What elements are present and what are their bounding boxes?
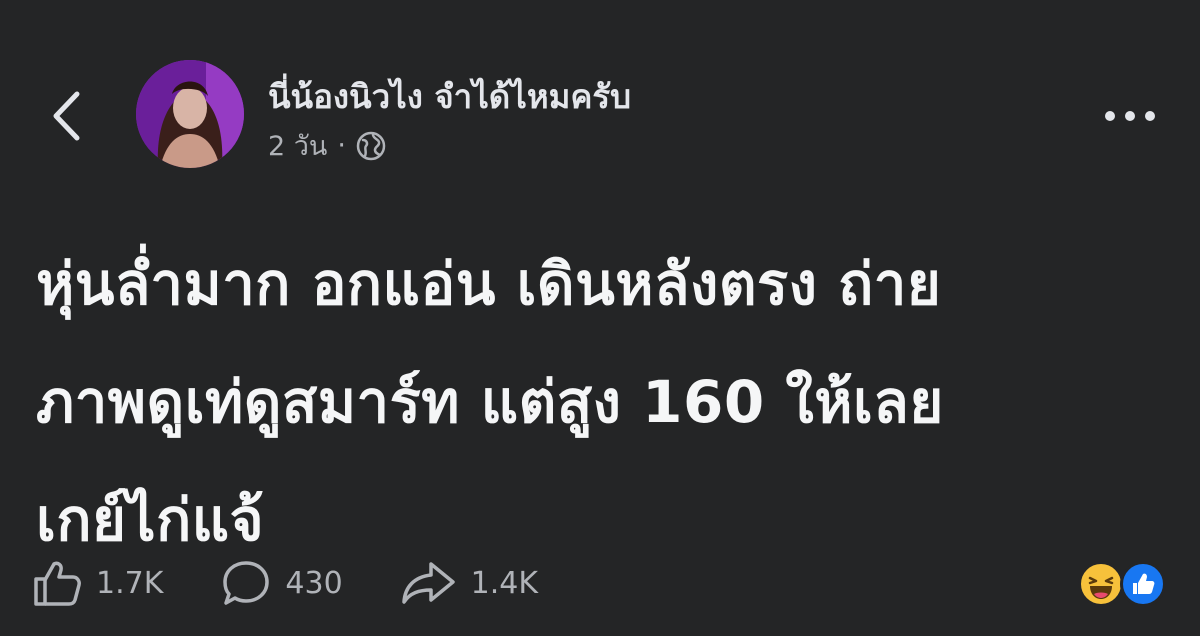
globe-icon bbox=[356, 131, 386, 160]
back-button[interactable] bbox=[44, 86, 88, 146]
share-count: 1.4K bbox=[470, 565, 539, 601]
post-body: หุ่นล่ำมาก อกแอ่น เดินหลังตรง ถ่าย ภาพดู… bbox=[36, 225, 1166, 579]
reaction-summary[interactable] bbox=[1078, 561, 1168, 607]
comment-button[interactable]: 430 bbox=[221, 558, 343, 608]
share-button[interactable]: 1.4K bbox=[401, 558, 538, 608]
comment-icon bbox=[223, 561, 270, 605]
more-options-button[interactable] bbox=[1098, 96, 1162, 136]
like-button[interactable]: 1.7K bbox=[32, 558, 163, 608]
avatar[interactable] bbox=[136, 60, 244, 168]
like-icon bbox=[34, 561, 81, 606]
like-reaction-icon bbox=[1120, 561, 1166, 607]
post-meta: 2 วัน · bbox=[268, 124, 386, 167]
chevron-left-icon bbox=[53, 91, 80, 141]
action-bar: 1.7K 430 1.4K bbox=[32, 555, 596, 611]
share-icon bbox=[401, 562, 455, 604]
avatar-image bbox=[136, 60, 244, 168]
post-text-line: ภาพดูเท่ดูสมาร์ท แต่สูง 160 ให้เลย bbox=[36, 368, 944, 436]
post-timestamp[interactable]: 2 วัน bbox=[268, 124, 327, 167]
haha-icon bbox=[1078, 561, 1124, 607]
meta-separator: · bbox=[337, 130, 346, 161]
comment-count: 430 bbox=[285, 565, 343, 601]
like-count: 1.7K bbox=[96, 565, 164, 601]
author-name[interactable]: นี่น้องนิวไง จำได้ไหมครับ bbox=[268, 70, 631, 123]
ellipsis-icon bbox=[1105, 111, 1155, 121]
post-text-line: หุ่นล่ำมาก อกแอ่น เดินหลังตรง ถ่าย bbox=[36, 250, 942, 318]
